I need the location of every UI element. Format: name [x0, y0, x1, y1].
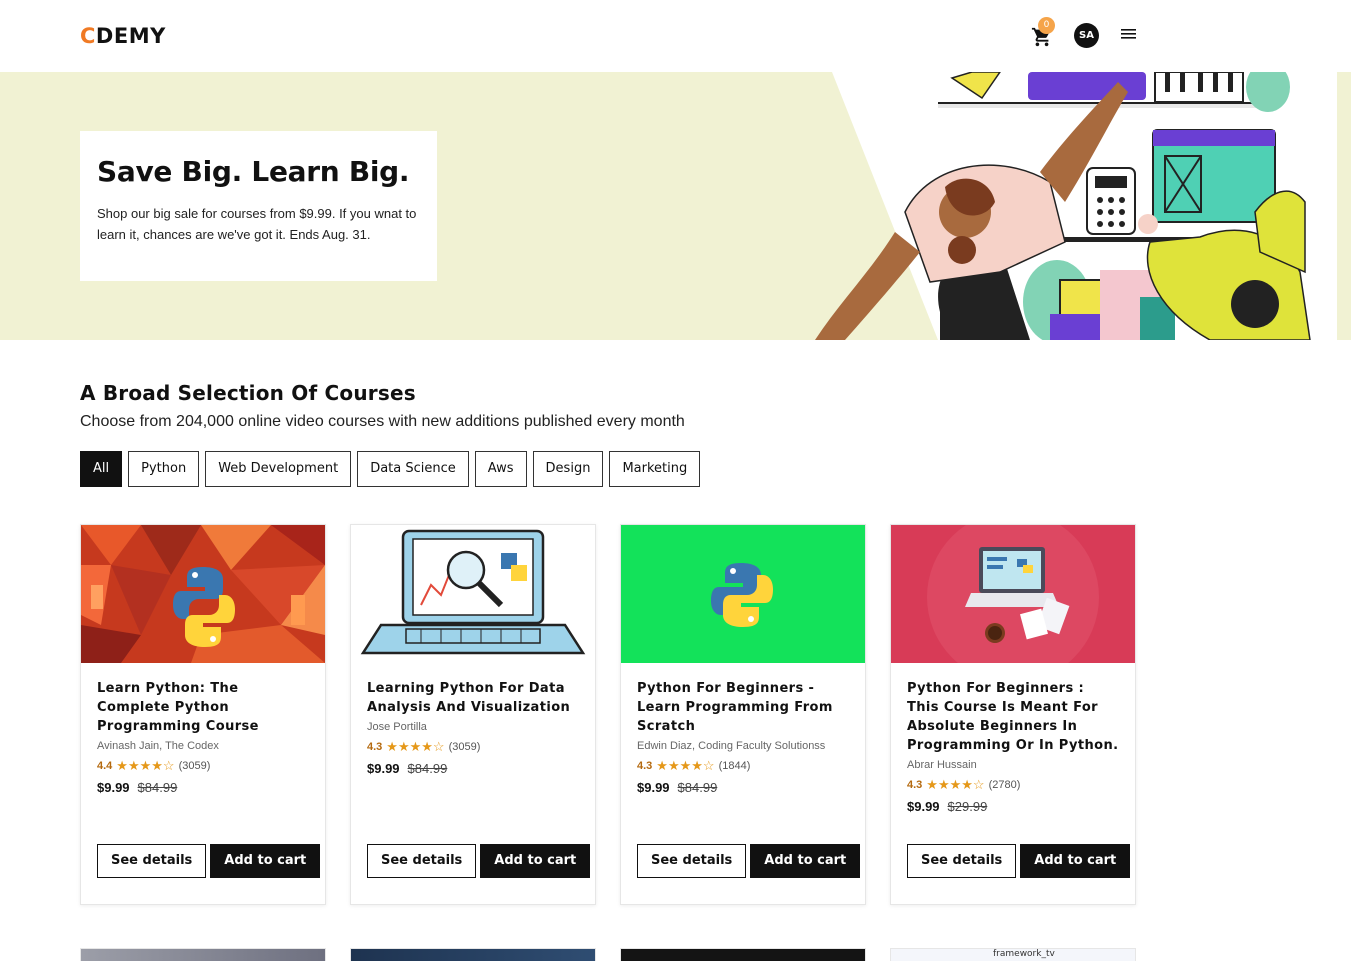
course-price: $9.99 $84.99: [367, 761, 579, 776]
course-card[interactable]: Learning Python For Data Analysis And Vi…: [350, 524, 596, 905]
current-price: $9.99: [907, 799, 940, 814]
course-grid-row-2: framework_tv: [80, 948, 1136, 961]
course-card-partial[interactable]: [350, 948, 596, 961]
course-thumbnail[interactable]: [81, 525, 325, 663]
card-actions: See details Add to cart: [637, 844, 861, 878]
avatar[interactable]: SA: [1074, 23, 1099, 48]
course-instructor: Avinash Jain, The Codex: [97, 740, 219, 752]
framework-tv-label: framework_tv: [993, 949, 1055, 959]
navbar: CDEMY 0 SA: [0, 0, 1351, 72]
course-title[interactable]: Python For Beginners : This Course Is Me…: [907, 679, 1119, 755]
course-rating: 4.3 ★★★★☆ (2780): [907, 777, 1119, 793]
course-card-partial[interactable]: [80, 948, 326, 961]
course-grid: Learn Python: The Complete Python Progra…: [80, 524, 1136, 905]
hamburger-icon[interactable]: [1121, 28, 1136, 40]
see-details-button[interactable]: See details: [637, 844, 747, 878]
current-price: $9.99: [637, 780, 670, 795]
hero-card: Save Big. Learn Big. Shop our big sale f…: [80, 131, 437, 281]
original-price: $29.99: [947, 799, 988, 814]
course-rating: 4.3 ★★★★☆ (1844): [637, 758, 849, 774]
course-title[interactable]: Python For Beginners - Learn Programming…: [637, 679, 849, 736]
section-subtitle: Choose from 204,000 online video courses…: [80, 413, 685, 430]
cart-count-badge: 0: [1038, 17, 1055, 34]
course-card[interactable]: Learn Python: The Complete Python Progra…: [80, 524, 326, 905]
star-icons: ★★★★☆: [116, 758, 175, 773]
original-price: $84.99: [677, 780, 718, 795]
original-price: $84.99: [407, 761, 448, 776]
filter-marketing[interactable]: Marketing: [609, 451, 701, 487]
filter-data-science[interactable]: Data Science: [357, 451, 469, 487]
course-price: $9.99 $84.99: [97, 780, 309, 795]
star-icons: ★★★★☆: [926, 777, 985, 792]
see-details-button[interactable]: See details: [97, 844, 207, 878]
course-price: $9.99 $84.99: [637, 780, 849, 795]
course-title[interactable]: Learning Python For Data Analysis And Vi…: [367, 679, 579, 717]
hero-title: Save Big. Learn Big.: [97, 155, 410, 188]
star-icons: ★★★★☆: [656, 758, 715, 773]
course-card-partial[interactable]: framework_tv: [890, 948, 1136, 961]
add-to-cart-button[interactable]: Add to cart: [480, 844, 591, 878]
course-thumbnail[interactable]: [891, 525, 1135, 663]
add-to-cart-button[interactable]: Add to cart: [750, 844, 861, 878]
see-details-button[interactable]: See details: [907, 844, 1017, 878]
review-count: (3059): [178, 760, 211, 772]
original-price: $84.99: [137, 780, 178, 795]
course-rating: 4.4 ★★★★☆ (3059): [97, 758, 309, 774]
current-price: $9.99: [97, 780, 130, 795]
rating-value: 4.4: [97, 760, 113, 772]
star-icons: ★★★★☆: [386, 739, 445, 754]
card-actions: See details Add to cart: [367, 844, 591, 878]
filter-python[interactable]: Python: [128, 451, 200, 487]
filter-web-development[interactable]: Web Development: [205, 451, 352, 487]
current-price: $9.99: [367, 761, 400, 776]
course-card-partial[interactable]: [620, 948, 866, 961]
course-price: $9.99 $29.99: [907, 799, 1119, 814]
card-actions: See details Add to cart: [97, 844, 321, 878]
add-to-cart-button[interactable]: Add to cart: [1020, 844, 1131, 878]
course-title[interactable]: Learn Python: The Complete Python Progra…: [97, 679, 309, 736]
review-count: (1844): [718, 760, 751, 772]
filter-aws[interactable]: Aws: [474, 451, 527, 487]
logo[interactable]: CDEMY: [80, 24, 166, 48]
course-thumbnail[interactable]: [351, 525, 595, 663]
hero-banner: Save Big. Learn Big. Shop our big sale f…: [0, 72, 1351, 340]
filter-all[interactable]: All: [80, 451, 123, 487]
rating-value: 4.3: [907, 779, 923, 791]
course-card[interactable]: Python For Beginners : This Course Is Me…: [890, 524, 1136, 905]
course-instructor: Jose Portilla: [367, 721, 427, 733]
course-instructor: Edwin Diaz, Coding Faculty Solutionss: [637, 740, 826, 752]
filter-design[interactable]: Design: [532, 451, 604, 487]
section-title: A Broad Selection Of Courses: [80, 381, 416, 405]
course-thumbnail[interactable]: [621, 525, 865, 663]
category-filters: All Python Web Development Data Science …: [80, 451, 701, 487]
review-count: (3059): [448, 741, 481, 753]
see-details-button[interactable]: See details: [367, 844, 477, 878]
card-actions: See details Add to cart: [907, 844, 1131, 878]
course-card[interactable]: Python For Beginners - Learn Programming…: [620, 524, 866, 905]
review-count: (2780): [988, 779, 1021, 791]
rating-value: 4.3: [637, 760, 653, 772]
add-to-cart-button[interactable]: Add to cart: [210, 844, 321, 878]
course-instructor: Abrar Hussain: [907, 759, 977, 771]
hero-text: Shop our big sale for courses from $9.99…: [97, 206, 417, 242]
course-rating: 4.3 ★★★★☆ (3059): [367, 739, 579, 755]
rating-value: 4.3: [367, 741, 383, 753]
